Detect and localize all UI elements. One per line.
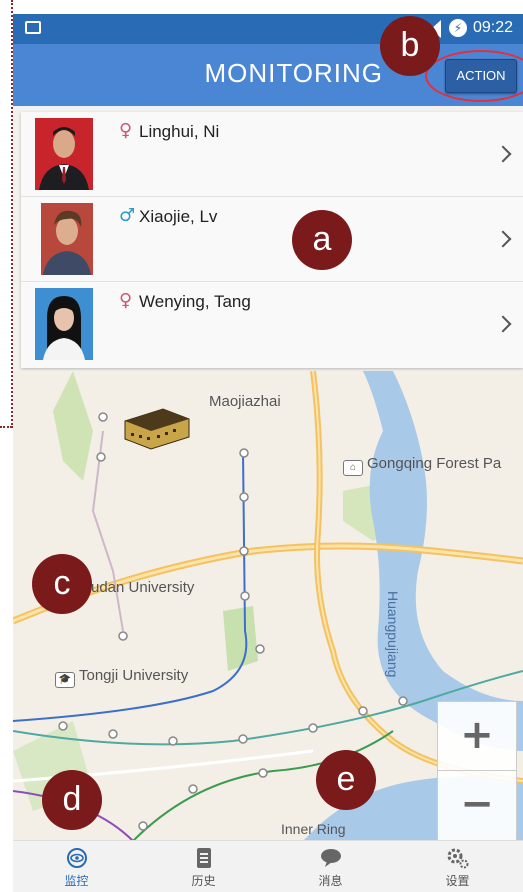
tab-label: 历史 — [191, 874, 216, 888]
app-bar: MONITORING ACTION — [13, 44, 523, 106]
tab-label: 设置 — [445, 874, 470, 888]
annotation-badge-d: d — [42, 770, 102, 830]
map-label-fudan: udan University — [91, 579, 195, 596]
school-icon: 🎓 — [55, 672, 75, 688]
annotation-badge-e: e — [316, 750, 376, 810]
chevron-right-icon — [494, 315, 512, 333]
male-icon: ♂ — [119, 205, 136, 226]
image-notification-icon — [25, 21, 41, 34]
tab-label: 消息 — [318, 874, 343, 888]
map-label-maojiazhai: Maojiazhai — [209, 393, 281, 410]
annotation-badge-a: a — [292, 210, 352, 270]
bottom-tab-bar: 监控 历史 消息 设置 — [13, 840, 523, 892]
chevron-right-icon — [494, 230, 512, 248]
status-bar: ⚡ 09:22 — [13, 14, 523, 44]
person-list: ♀ Linghui, Ni ♂ Xiaojie, Lv ♀ Wenying, T… — [21, 112, 523, 368]
avatar — [35, 118, 93, 190]
person-name: Linghui, Ni — [139, 122, 220, 141]
map-view[interactable]: Maojiazhai ⌂ Gongqing Forest Pa udan Univ… — [13, 371, 523, 841]
map-label-river: Huangpujiang — [385, 591, 401, 678]
map-label-tongji: 🎓 Tongji University — [55, 667, 188, 688]
person-row[interactable]: ♂ Xiaojie, Lv — [21, 197, 523, 282]
tab-messages[interactable]: 消息 — [267, 841, 394, 892]
gears-icon — [447, 847, 469, 869]
battery-charging-icon: ⚡ — [449, 19, 467, 37]
person-row[interactable]: ♀ Wenying, Tang — [21, 282, 523, 368]
chevron-right-icon — [494, 145, 512, 163]
phone-screen: ⚡ 09:22 MONITORING ACTION ♀ Linghui, Ni — [13, 14, 523, 892]
female-icon: ♀ — [119, 290, 133, 311]
tab-label: 监控 — [64, 874, 89, 888]
annotation-badge-c: c — [32, 554, 92, 614]
status-time: 09:22 — [473, 19, 514, 36]
person-name: Xiaojie, Lv — [139, 207, 218, 226]
person-row[interactable]: ♀ Linghui, Ni — [21, 112, 523, 197]
person-name: Wenying, Tang — [139, 292, 251, 311]
zoom-controls: + − — [437, 701, 517, 841]
page-title: MONITORING — [204, 58, 383, 88]
tab-settings[interactable]: 设置 — [394, 841, 521, 892]
zoom-out-button[interactable]: − — [438, 771, 516, 839]
annotation-dotted-line-horizontal — [0, 426, 12, 428]
zoom-in-button[interactable]: + — [438, 702, 516, 771]
document-icon — [193, 847, 215, 869]
avatar — [41, 203, 93, 275]
annotation-badge-b: b — [380, 16, 440, 76]
map-label-gongqing-text: Gongqing Forest Pa — [367, 455, 502, 472]
avatar — [35, 288, 93, 360]
eye-icon — [66, 847, 88, 869]
tab-history[interactable]: 历史 — [140, 841, 267, 892]
map-label-inner-ring: Inner Ring — [281, 821, 346, 837]
action-button[interactable]: ACTION — [445, 59, 517, 93]
park-icon: ⌂ — [343, 460, 363, 476]
map-label-tongji-text: Tongji University — [79, 667, 189, 684]
map-label-gongqing: ⌂ Gongqing Forest Pa — [343, 455, 501, 476]
chat-icon — [320, 847, 342, 869]
tab-monitor[interactable]: 监控 — [13, 841, 140, 892]
female-icon: ♀ — [119, 120, 133, 141]
